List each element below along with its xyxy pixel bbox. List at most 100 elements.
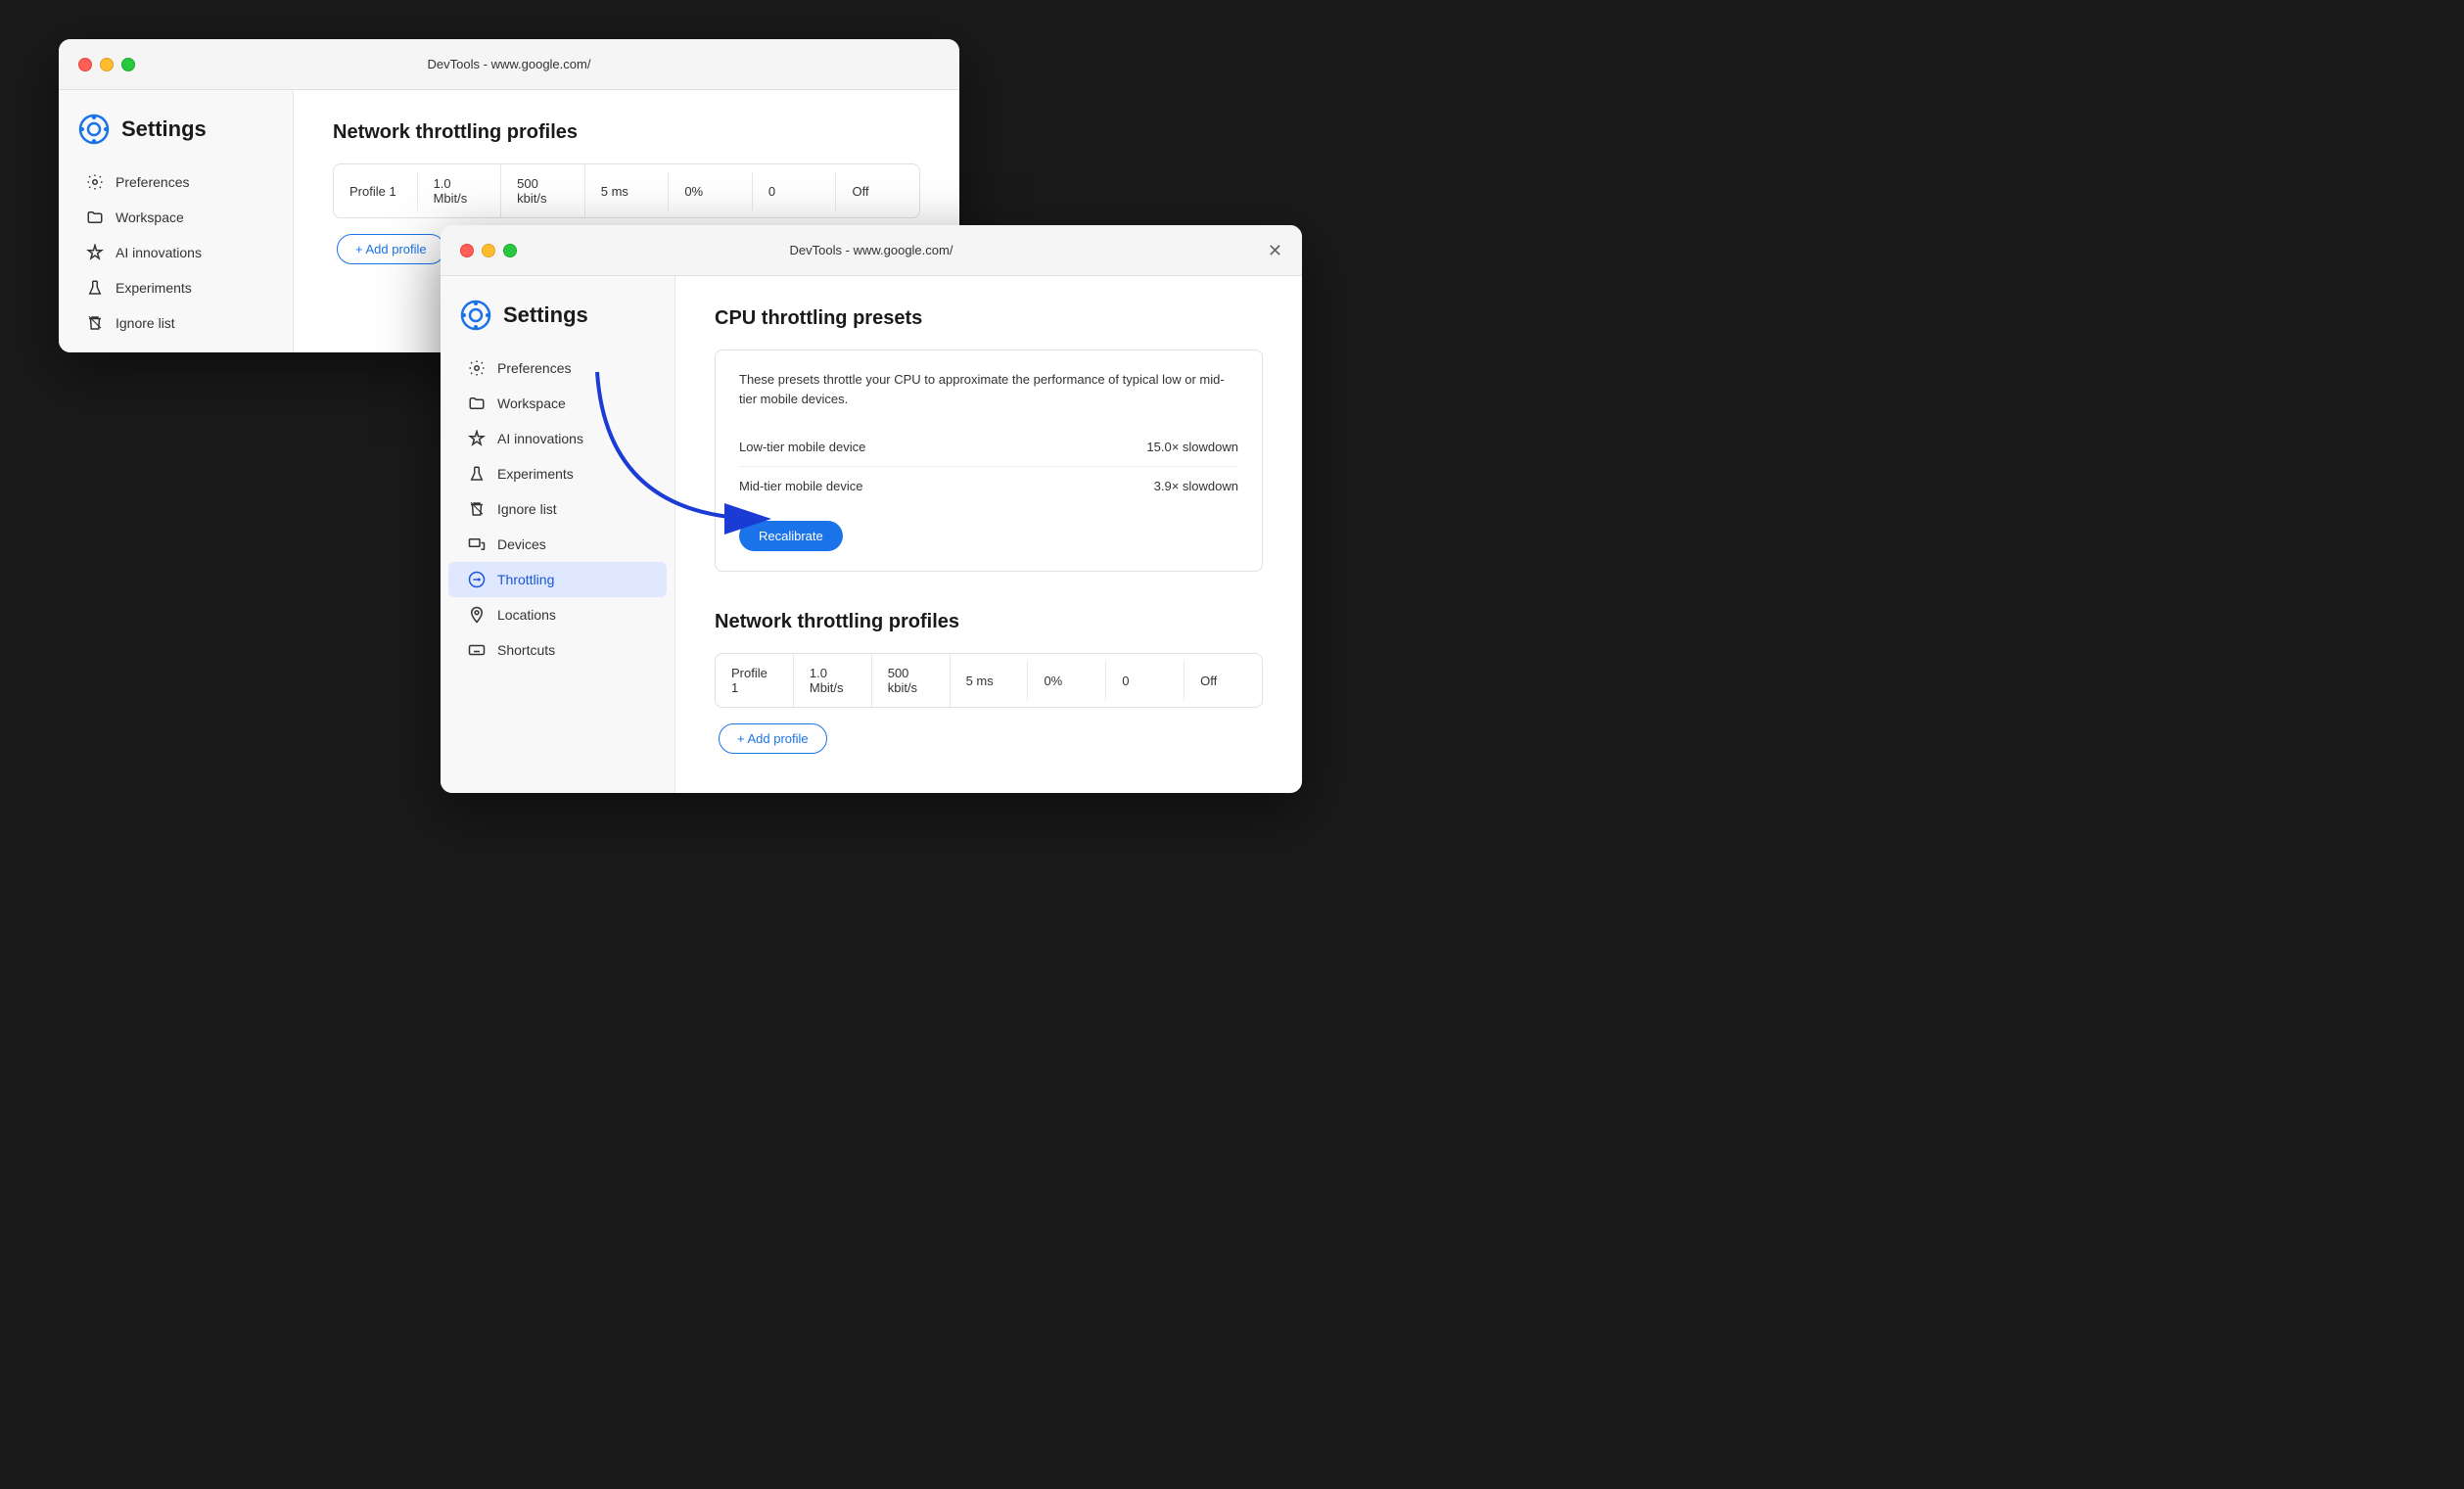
- traffic-lights-2: [460, 244, 517, 257]
- sidebar-item-workspace-2[interactable]: Workspace: [448, 386, 667, 421]
- sidebar-item-ignore-1[interactable]: Ignore list: [67, 305, 285, 341]
- flask-icon: [86, 279, 104, 297]
- sidebar-item-experiments-1[interactable]: Experiments: [67, 270, 285, 305]
- preset-low-name: Low-tier mobile device: [739, 440, 865, 454]
- recalibrate-button[interactable]: Recalibrate: [739, 521, 843, 551]
- maximize-button-1[interactable]: [121, 58, 135, 71]
- close-button-1[interactable]: [78, 58, 92, 71]
- sidebar-item-label: Experiments: [116, 280, 192, 296]
- preset-low-value: 15.0× slowdown: [1146, 440, 1238, 454]
- gear-icon: [86, 173, 104, 191]
- sidebar-item-throttling-2[interactable]: Throttling: [448, 562, 667, 597]
- sidebar-item-preferences-2[interactable]: Preferences: [448, 350, 667, 386]
- sidebar-item-workspace-1[interactable]: Workspace: [67, 200, 285, 235]
- keyboard-icon-2: [468, 641, 486, 659]
- network-section-title-1: Network throttling profiles: [333, 121, 920, 144]
- throttling-icon-2: [468, 571, 486, 588]
- profile-latency-cell: 5 ms: [585, 172, 670, 210]
- sidebar-item-label: AI innovations: [116, 245, 202, 260]
- cpu-section: CPU throttling presets These presets thr…: [715, 307, 1263, 572]
- profile-queue-2: 0: [1106, 662, 1185, 700]
- sidebar-item-ignore-2[interactable]: Ignore list: [448, 491, 667, 527]
- devices-icon: [86, 349, 104, 352]
- sidebar-label-throttling: Throttling: [497, 572, 554, 587]
- pin-icon-2: [468, 606, 486, 624]
- sidebar-item-label: Workspace: [116, 209, 184, 225]
- sidebar-label-shortcuts: Shortcuts: [497, 642, 555, 658]
- window-2: DevTools - www.google.com/ ✕ Settings: [441, 225, 1302, 793]
- titlebar-1: DevTools - www.google.com/: [59, 39, 959, 90]
- ignore-icon-2: [468, 500, 486, 518]
- settings-body-2: Settings Preferences Workspace AI innova…: [441, 276, 1302, 793]
- sidebar-label-locations: Locations: [497, 607, 556, 623]
- sidebar-item-label: Ignore list: [116, 315, 175, 331]
- folder-icon-2: [468, 395, 486, 412]
- cpu-info-text: These presets throttle your CPU to appro…: [739, 370, 1238, 408]
- profile-table-2: Profile 1 1.0 Mbit/s 500 kbit/s 5 ms 0% …: [715, 653, 1263, 708]
- sparkle-icon-2: [468, 430, 486, 447]
- sidebar-item-ai-2[interactable]: AI innovations: [448, 421, 667, 456]
- maximize-button-2[interactable]: [503, 244, 517, 257]
- preset-row-mid: Mid-tier mobile device 3.9× slowdown: [739, 467, 1238, 505]
- cpu-info-box: These presets throttle your CPU to appro…: [715, 349, 1263, 572]
- profile-loss-2: 0%: [1028, 662, 1106, 700]
- preset-row-low: Low-tier mobile device 15.0× slowdown: [739, 428, 1238, 467]
- cpu-section-title: CPU throttling presets: [715, 307, 1263, 330]
- titlebar-2: DevTools - www.google.com/ ✕: [441, 225, 1302, 276]
- profile-table-1: Profile 1 1.0 Mbit/s 500 kbit/s 5 ms 0% …: [333, 163, 920, 218]
- preset-mid-value: 3.9× slowdown: [1154, 479, 1238, 493]
- profile-status-cell: Off: [836, 172, 919, 210]
- close-button-2[interactable]: [460, 244, 474, 257]
- sidebar-title-2: Settings: [503, 302, 588, 328]
- settings-logo-icon-2: [460, 300, 491, 331]
- sidebar-item-devices-1[interactable]: Devices: [67, 341, 285, 352]
- sidebar-header-2: Settings: [441, 292, 674, 350]
- profile-upload-2: 500 kbit/s: [872, 654, 951, 707]
- minimize-button-2[interactable]: [482, 244, 495, 257]
- sidebar-item-ai-1[interactable]: AI innovations: [67, 235, 285, 270]
- profile-status-2: Off: [1185, 662, 1262, 700]
- sidebar-label-preferences: Preferences: [497, 360, 571, 376]
- sidebar-label-ai: AI innovations: [497, 431, 583, 446]
- sidebar-label-ignore: Ignore list: [497, 501, 557, 517]
- profile-row-2: Profile 1 1.0 Mbit/s 500 kbit/s 5 ms 0% …: [716, 654, 1262, 707]
- sidebar-item-experiments-2[interactable]: Experiments: [448, 456, 667, 491]
- minimize-button-1[interactable]: [100, 58, 114, 71]
- gear-icon-2: [468, 359, 486, 377]
- sidebar-item-label: Devices: [116, 350, 164, 352]
- add-profile-button-2[interactable]: + Add profile: [719, 723, 827, 754]
- sidebar-2: Settings Preferences Workspace AI innova…: [441, 276, 675, 793]
- profile-download-2: 1.0 Mbit/s: [794, 654, 872, 707]
- profile-download-cell: 1.0 Mbit/s: [418, 164, 502, 217]
- folder-icon: [86, 209, 104, 226]
- profile-queue-cell: 0: [753, 172, 837, 210]
- sparkle-icon: [86, 244, 104, 261]
- sidebar-item-locations-2[interactable]: Locations: [448, 597, 667, 632]
- sidebar-label-workspace: Workspace: [497, 396, 566, 411]
- preset-mid-name: Mid-tier mobile device: [739, 479, 862, 493]
- network-section-title-2: Network throttling profiles: [715, 611, 1263, 633]
- profile-row-1: Profile 1 1.0 Mbit/s 500 kbit/s 5 ms 0% …: [334, 164, 919, 217]
- network-section-2: Network throttling profiles Profile 1 1.…: [715, 611, 1263, 754]
- ignore-icon: [86, 314, 104, 332]
- traffic-lights-1: [78, 58, 135, 71]
- sidebar-title-1: Settings: [121, 116, 207, 142]
- profile-latency-2: 5 ms: [951, 662, 1029, 700]
- sidebar-header-1: Settings: [59, 106, 293, 164]
- add-profile-button-1[interactable]: + Add profile: [337, 234, 445, 264]
- sidebar-item-label: Preferences: [116, 174, 189, 190]
- profile-upload-cell: 500 kbit/s: [501, 164, 585, 217]
- settings-logo-icon: [78, 114, 110, 145]
- sidebar-1: Settings Preferences Workspace AI innova…: [59, 90, 294, 352]
- sidebar-item-preferences-1[interactable]: Preferences: [67, 164, 285, 200]
- sidebar-label-experiments: Experiments: [497, 466, 574, 482]
- profile-loss-cell: 0%: [669, 172, 753, 210]
- main-content-2: CPU throttling presets These presets thr…: [675, 276, 1302, 793]
- devices-icon-2: [468, 535, 486, 553]
- close-x-button-2[interactable]: ✕: [1268, 242, 1282, 259]
- sidebar-item-shortcuts-2[interactable]: Shortcuts: [448, 632, 667, 668]
- sidebar-item-devices-2[interactable]: Devices: [448, 527, 667, 562]
- sidebar-label-devices: Devices: [497, 536, 546, 552]
- flask-icon-2: [468, 465, 486, 483]
- window-title-2: DevTools - www.google.com/: [790, 243, 953, 257]
